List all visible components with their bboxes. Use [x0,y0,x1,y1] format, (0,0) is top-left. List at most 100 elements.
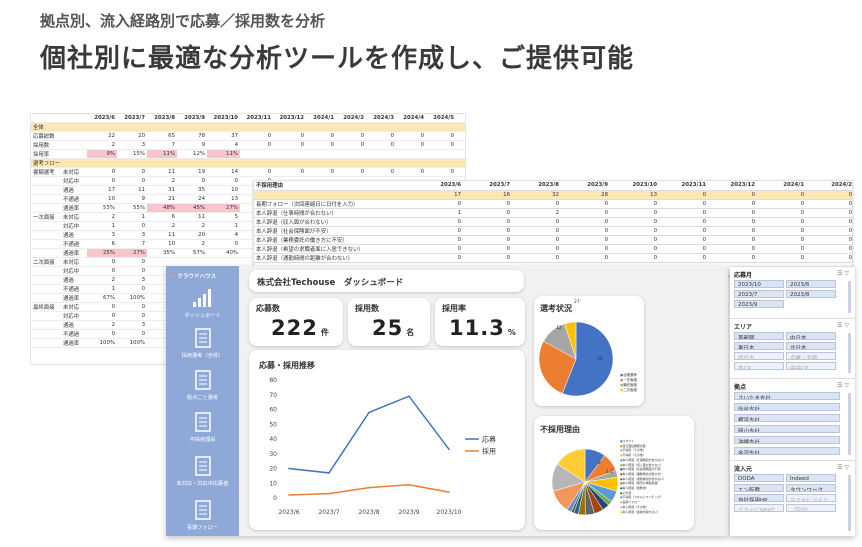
table-cell: 通過率 [61,293,87,303]
nav-selection-all[interactable]: 採用選考（全体） [168,328,237,359]
filter-option[interactable]: 2023/6 [786,280,836,288]
filter-option[interactable]: 2023/7 [734,290,784,298]
table-cell: 0 [659,226,708,236]
filter-option[interactable]: 2023/9 [734,300,784,308]
table-row: 採用率9%15%11%12%11%11.3% [31,149,465,159]
table-cell: 0 [426,167,456,177]
table-row: 本人辞退（収入面が合わない） 0 0 0 0 0 0 0 0 0 [254,217,852,227]
legend-item: ●二次面接 [620,388,638,392]
filter-option[interactable]: マイナビバイト [786,494,836,502]
kpi-unit: % [507,328,517,337]
filter-option[interactable]: 横浜支社 [734,414,840,422]
filter-option[interactable]: 沖縄支社 [734,436,840,444]
table-cell [31,230,61,240]
filter-option[interactable]: 2023/10 [734,280,784,288]
legend-label: 不採用（スキルとマッチング） [622,495,663,500]
filter-option[interactable]: 自社採用HP [734,494,784,502]
filter-option[interactable]: 岡山支社 [734,425,840,433]
table-cell: 0 [414,226,463,236]
table-cell: 0 [806,253,852,263]
kpi-value-hire-rate: 11.3% [449,316,517,340]
filter-option[interactable]: 近畿・北陸 [786,352,836,360]
table-cell: 0 [87,167,117,177]
filter-option[interactable]: 北日本 [786,342,836,350]
table-cell [61,131,87,141]
filter-option[interactable]: タウンワーク [786,484,836,492]
table-cell [61,140,87,150]
table-cell: 25% [87,248,117,258]
table-cell [396,158,426,168]
filter-option[interactable]: 2023/8 [786,290,836,298]
filter-options-icon[interactable]: ☰ ▽ [837,322,849,329]
table-cell: 0 [306,140,336,150]
table-cell [456,158,465,168]
table-cell: 0 [757,244,806,254]
table-cell: 55% [117,203,147,213]
filter-option[interactable]: エン転職 [734,484,784,492]
filter-options-icon[interactable]: ☰ ▽ [837,464,849,471]
filter-option[interactable]: 首都圏 [734,332,784,340]
nav-long-term-follow[interactable]: 長期フォロー [168,500,237,531]
filter-group: 拠点 ☰ ▽ さいたま支社 仙台支社 横浜支社 岡山支社 沖縄支社 金沢支社 [730,378,855,460]
column-header: 2023/7 [117,114,147,123]
table-cell: 78 [177,131,207,141]
table-cell: 6 [87,239,117,249]
table-cell: 0 [396,140,426,150]
nav-rejection-reasons[interactable]: 不採用理由 [168,412,237,443]
table-cell: 0 [610,208,659,218]
filter-option[interactable]: 本CP [734,362,784,370]
data-point [288,494,290,496]
filter-option[interactable]: 中央CP [786,362,836,370]
table-cell: 本人辞退（業務委託の働き方に不安） [254,235,414,245]
table-cell: 通過 [61,275,87,285]
nav-pending-applicants[interactable]: 未対応・対応中応募者 [168,456,237,487]
data-point [368,411,370,414]
data-label: 1.2 [606,469,613,475]
table-cell: 17 [414,190,463,200]
filter-option[interactable]: さいたま支社 [734,392,840,400]
document-list-icon [194,500,211,520]
filter-option[interactable]: 金沢支社 [734,447,840,455]
table-row: 本人辞退（社会保険面が不安） 0 0 0 0 0 0 0 0 0 [254,226,852,236]
filter-scrollbar[interactable] [848,393,851,455]
nav-selection-by-branch[interactable]: 拠点ごと選考 [168,370,237,401]
filter-option[interactable]: 中日本 [786,332,836,340]
table-cell: 3 [117,230,147,240]
kpi-label: 採用数 [355,304,379,313]
column-header [61,114,87,123]
table-cell: 本人辞退（希望の求職者面に入居できない） [254,244,414,254]
filter-scrollbar[interactable] [848,333,851,373]
filter-option[interactable]: DODA [734,474,784,482]
column-header: 2023/12 [708,181,757,191]
filter-scrollbar[interactable] [848,475,851,531]
legend-label: 二次面接 [623,388,638,392]
table-header-row: 2023/6 2023/7 2023/8 2023/9 2023/10 2023/11 20… [31,114,465,123]
filter-options-icon[interactable]: ☰ ▽ [837,270,849,277]
table-cell: 0 [806,190,852,200]
y-tick-label: 80 [269,377,277,384]
filter-option[interactable]: Indeed [786,474,836,482]
table-cell [147,158,177,168]
table-cell: 1 [207,221,240,231]
pie-card-rejection-reasons: 不採用理由 2 1.2 ●スカウト ●当日面接無断欠席 ●不採用（その他） ●不採用（そ… [534,416,694,530]
table-cell: 11 [147,167,177,177]
data-label: 27 [574,299,580,305]
filter-scrollbar[interactable] [848,281,851,313]
table-cell: 2 [87,140,117,150]
table-cell: 0 [708,244,757,254]
table-cell: 通過率 [61,203,87,213]
filter-option[interactable]: 東日本 [734,342,784,350]
filter-option[interactable]: 仙台支社 [734,403,840,411]
x-tick-label: 2023/9 [398,509,419,516]
filter-options-icon[interactable]: ☰ ▽ [837,382,849,389]
dashboard-window: ✦ クラウドハウス ダッシュボード 採用選考（全体） 拠点ごと選考 不採用理由 … [166,266,728,536]
column-header [31,114,61,123]
filter-option[interactable]: 西日本 [734,352,784,360]
table-cell: 35% [147,248,177,258]
table-cell: 48% [147,203,177,213]
filter-option[interactable]: （空白） [786,504,836,512]
table-cell: 10 [87,194,117,204]
table-cell: 1 [117,212,147,222]
nav-dashboard[interactable]: ダッシュボード [168,288,237,319]
filter-option[interactable]: ミクナビNEXT [734,504,784,512]
